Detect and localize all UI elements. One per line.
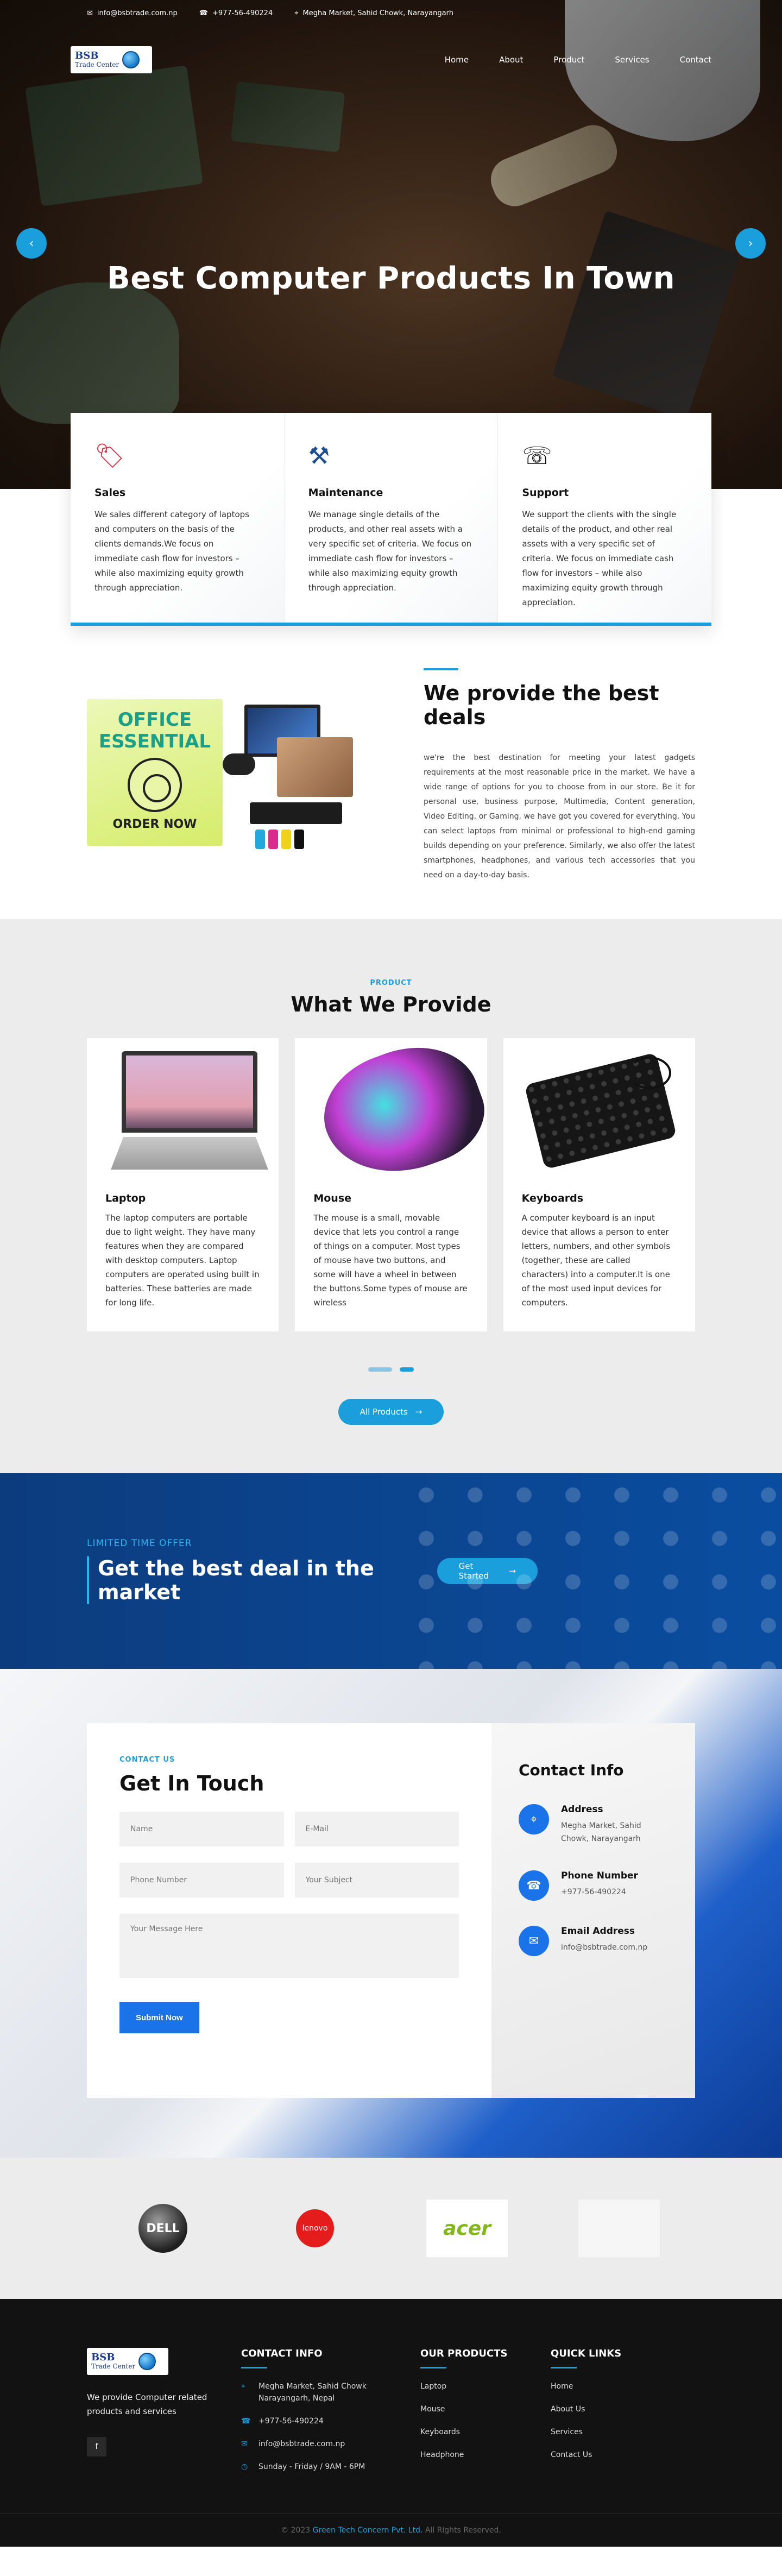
nav-about[interactable]: About xyxy=(499,55,523,65)
footer-phone[interactable]: ☎ +977-56-490224 xyxy=(241,2415,420,2427)
footer: BSB Trade Center We provide Computer rel… xyxy=(0,2299,782,2547)
footer-link-services[interactable]: Services xyxy=(551,2426,659,2438)
mouse-image xyxy=(308,1028,498,1194)
offer-title: Get the best deal in the market xyxy=(87,1556,437,1604)
contact-title: Get In Touch xyxy=(119,1771,264,1795)
contact-section: CONTACT US Get In Touch Submit Now Conta… xyxy=(0,1669,782,2158)
message-textarea[interactable] xyxy=(119,1914,459,1978)
top-bar: ✉ info@bsbtrade.com.np ☎ +977-56-490224 ⌖ M… xyxy=(0,0,782,26)
email-input[interactable] xyxy=(294,1812,459,1846)
nav-services[interactable]: Services xyxy=(615,55,649,65)
footer-link-mouse[interactable]: Mouse xyxy=(420,2403,551,2415)
main-nav: BSB Trade Center Home About Product Serv… xyxy=(71,45,711,75)
product-card-keyboards[interactable]: Keyboards A computer keyboard is an inpu… xyxy=(503,1038,695,1331)
subject-input[interactable] xyxy=(294,1863,459,1898)
footer-hours: ◷ Sunday - Friday / 9AM - 6PM xyxy=(241,2461,420,2473)
products-section: PRODUCT What We Provide Laptop The lapto… xyxy=(0,919,782,1473)
footer-link-about-us[interactable]: About Us xyxy=(551,2403,659,2415)
email-icon: ✉ xyxy=(87,9,93,17)
services-cards: 🏷 Sales We sales different category of l… xyxy=(71,413,712,626)
location-pin-icon: ⌖ xyxy=(294,9,299,17)
footer-link-laptop[interactable]: Laptop xyxy=(420,2380,551,2392)
site-logo[interactable]: BSB Trade Center xyxy=(71,46,152,73)
support-headset-icon xyxy=(128,758,182,812)
hero-title: Best Computer Products In Town xyxy=(107,261,675,296)
deals-section: OFFICE ESSENTIAL ORDER NOW We provide th… xyxy=(0,626,782,919)
carousel-dot-active[interactable] xyxy=(400,1367,414,1372)
company-link[interactable]: Green Tech Concern Pvt. Ltd. xyxy=(313,2526,423,2535)
contact-info-panel: Contact Info ⌖ Address Megha Market, Sahi… xyxy=(491,1723,695,2098)
carousel-dots xyxy=(87,1367,695,1372)
deals-image: OFFICE ESSENTIAL ORDER NOW xyxy=(87,699,369,851)
laptop-image xyxy=(105,1046,268,1176)
nav-product[interactable]: Product xyxy=(553,55,584,65)
footer-link-home[interactable]: Home xyxy=(551,2380,659,2392)
product-card-laptop[interactable]: Laptop The laptop computers are portable… xyxy=(87,1038,279,1331)
products-title: What We Provide xyxy=(291,992,491,1016)
footer-link-contact-us[interactable]: Contact Us xyxy=(551,2449,659,2461)
tools-icon: ⚒ xyxy=(308,442,330,470)
service-card-maintenance: ⚒ Maintenance We manage single details o… xyxy=(284,413,499,623)
slider-next-button[interactable]: › xyxy=(735,228,766,259)
submit-button[interactable]: Submit Now xyxy=(119,2002,199,2033)
copyright: © 2023 Green Tech Concern Pvt. Ltd. All … xyxy=(0,2513,782,2547)
brand-apple-logo-icon xyxy=(578,2200,660,2257)
facebook-icon[interactable]: f xyxy=(87,2437,106,2456)
carousel-dot[interactable] xyxy=(368,1367,392,1372)
topbar-phone[interactable]: ☎ +977-56-490224 xyxy=(199,9,273,17)
footer-email[interactable]: ✉ info@bsbtrade.com.np xyxy=(241,2438,420,2450)
service-card-support: ☏ Support We support the clients with th… xyxy=(498,413,712,623)
offer-banner: LIMITED TIME OFFER Get the best deal in … xyxy=(0,1473,782,1669)
product-card-mouse[interactable]: Mouse The mouse is a small, movable devi… xyxy=(295,1028,498,1331)
brand-lenovo: lenovo xyxy=(274,2200,356,2257)
phone-icon: ☎ xyxy=(241,2417,251,2426)
name-input[interactable] xyxy=(119,1812,284,1846)
clock-icon: ◷ xyxy=(241,2462,248,2471)
contact-phone: ☎ Phone Number +977-56-490224 xyxy=(519,1870,668,1901)
globe-icon xyxy=(138,2353,156,2370)
service-card-sales: 🏷 Sales We sales different category of l… xyxy=(71,413,285,623)
brand-acer: acer xyxy=(426,2200,508,2257)
footer-address: ⌖ Megha Market, Sahid Chowk Narayangarh, … xyxy=(241,2380,420,2404)
contact-address: ⌖ Address Megha Market, Sahid Chowk, Nara… xyxy=(519,1804,668,1845)
location-pin-icon: ⌖ xyxy=(241,2382,245,2391)
globe-icon xyxy=(122,51,140,68)
email-icon: ✉ xyxy=(241,2440,248,2448)
nav-contact[interactable]: Contact xyxy=(680,55,711,65)
brand-dell: DELL xyxy=(122,2200,204,2257)
phone-icon: ☎ xyxy=(199,9,208,17)
arrow-right-icon: › xyxy=(748,236,753,250)
phone-input[interactable] xyxy=(119,1863,284,1898)
brands-strip: DELL lenovo acer xyxy=(0,2158,782,2299)
nav-home[interactable]: Home xyxy=(445,55,469,65)
slider-prev-button[interactable]: ‹ xyxy=(16,228,47,259)
all-products-button[interactable]: All Products → xyxy=(338,1399,444,1425)
location-pin-icon: ⌖ xyxy=(519,1804,549,1834)
topbar-email[interactable]: ✉ info@bsbtrade.com.np xyxy=(87,9,178,17)
support-person-icon: ☏ xyxy=(522,442,552,470)
email-icon: ✉ xyxy=(519,1926,549,1956)
phone-icon: ☎ xyxy=(519,1870,549,1901)
sale-tag-icon: 🏷 xyxy=(94,442,125,470)
footer-logo[interactable]: BSB Trade Center xyxy=(87,2348,168,2375)
footer-link-keyboards[interactable]: Keyboards xyxy=(420,2426,551,2438)
arrow-right-icon: → xyxy=(415,1407,422,1417)
footer-link-headphone[interactable]: Headphone xyxy=(420,2449,551,2461)
office-essential-promo: OFFICE ESSENTIAL ORDER NOW xyxy=(87,699,223,846)
keyboard-image xyxy=(522,1046,677,1176)
contact-email: ✉ Email Address info@bsbtrade.com.np xyxy=(519,1926,668,1956)
arrow-left-icon: ‹ xyxy=(29,236,34,250)
deals-text: we're the best destination for meeting y… xyxy=(424,753,695,879)
topbar-address: ⌖ Megha Market, Sahid Chowk, Narayangarh xyxy=(294,9,453,17)
contact-form: CONTACT US Get In Touch Submit Now xyxy=(87,1723,491,2098)
deals-title: We provide the best deals xyxy=(424,681,659,729)
